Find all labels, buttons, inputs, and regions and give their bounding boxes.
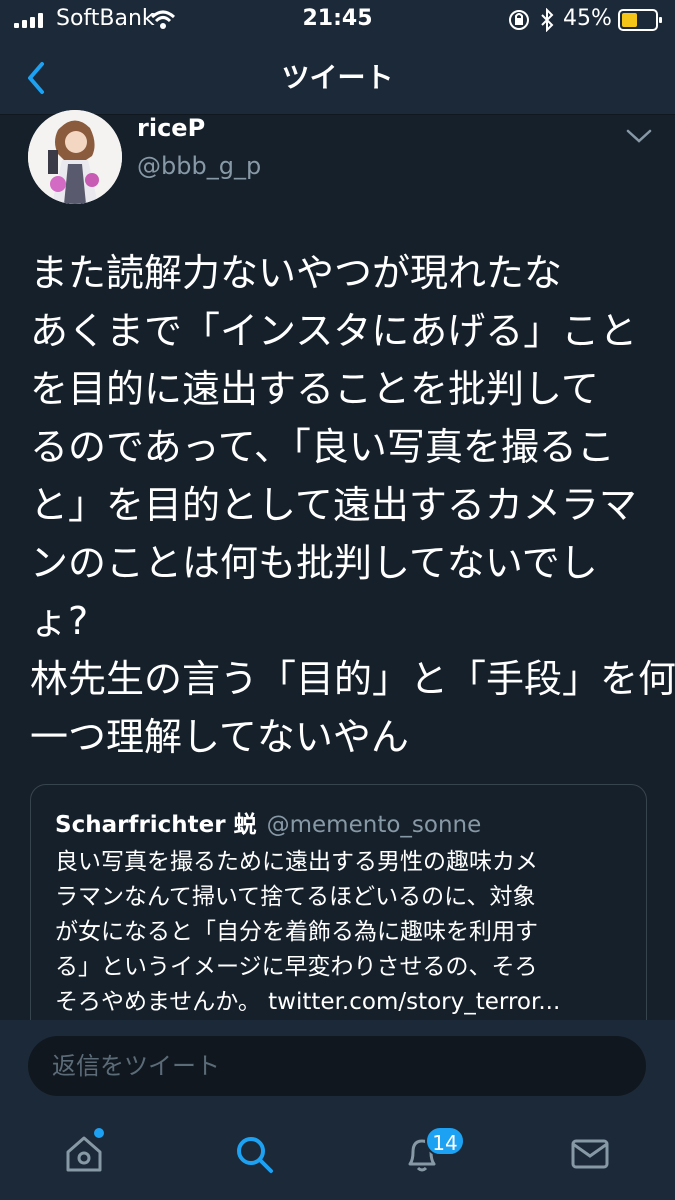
- tab-bar: 14: [0, 1112, 675, 1200]
- battery-percentage: 45%: [563, 6, 612, 31]
- page-title: ツイート: [281, 61, 394, 94]
- tweet-line: と」を目的として遠出するカメラマ: [30, 483, 637, 527]
- tweet-line: 林先生の言う「目的」と「手段」を何: [30, 657, 675, 701]
- tweet-options-button[interactable]: [624, 126, 654, 146]
- tweet-line: ょ?: [30, 599, 89, 643]
- caret-down-icon: [626, 129, 652, 143]
- author-handle[interactable]: @bbb_g_p: [137, 152, 261, 180]
- quoted-line: 良い写真を撮るために遠出する男性の趣味カメ: [55, 849, 538, 875]
- avatar-illustration: [28, 110, 122, 204]
- tweet-text: また読解力ないやつが現れたな あくまで「インスタにあげる」こと を目的に遠出する…: [30, 244, 675, 766]
- reply-composer: [0, 1020, 675, 1112]
- envelope-icon: [571, 1139, 609, 1169]
- avatar[interactable]: [28, 110, 122, 204]
- tweet-line: ンのことは何も批判してないでし: [30, 541, 598, 585]
- quoted-tweet-text: 良い写真を撮るために遠出する男性の趣味カメ ラマンなんて掃いて捨てるほどいるのに…: [55, 845, 560, 1020]
- tab-messages[interactable]: [568, 1132, 618, 1182]
- home-icon: [66, 1136, 102, 1172]
- quoted-line: る」というイメージに早変わりさせるの、そろ: [55, 954, 538, 980]
- quoted-author-name: Scharfrichter 蜕: [55, 812, 257, 838]
- quoted-line: が女になると「自分を着飾る為に趣味を利用す: [55, 919, 538, 945]
- status-bar: SoftBank 21:45 45%: [0, 0, 675, 40]
- tweet-line: また読解力ないやつが現れたな: [30, 251, 563, 295]
- quoted-tweet-card[interactable]: Scharfrichter 蜕 @memento_sonne 良い写真を撮るために…: [30, 784, 647, 1046]
- quoted-line: ラマンなんて掃いて捨てるほどいるのに、対象: [55, 884, 536, 910]
- tweet-line: 一つ理解してないやん: [30, 715, 409, 759]
- bluetooth-icon: [541, 8, 554, 32]
- quoted-tweet-header: Scharfrichter 蜕 @memento_sonne: [55, 805, 481, 839]
- author-display-name[interactable]: riceP: [137, 114, 205, 142]
- tweet-line: あくまで「インスタにあげる」こと: [30, 309, 638, 353]
- quoted-line: そろやめませんか。 twitter.com/story_terror...: [55, 989, 561, 1015]
- battery-icon: [618, 9, 662, 31]
- notifications-badge: 14: [425, 1126, 465, 1156]
- tweet-line: を目的に遠出することを批判して: [30, 367, 599, 411]
- reply-input[interactable]: [28, 1036, 646, 1096]
- quoted-author-handle: @memento_sonne: [266, 812, 482, 838]
- tab-search[interactable]: [232, 1132, 282, 1182]
- tab-home[interactable]: [62, 1132, 112, 1182]
- tweet-line: るのであって、「良い写真を撮るこ: [30, 425, 615, 469]
- home-notification-dot: [94, 1128, 104, 1138]
- nav-bar: ツイート: [0, 40, 675, 115]
- rotation-lock-icon: [509, 10, 529, 30]
- search-icon: [237, 1137, 273, 1173]
